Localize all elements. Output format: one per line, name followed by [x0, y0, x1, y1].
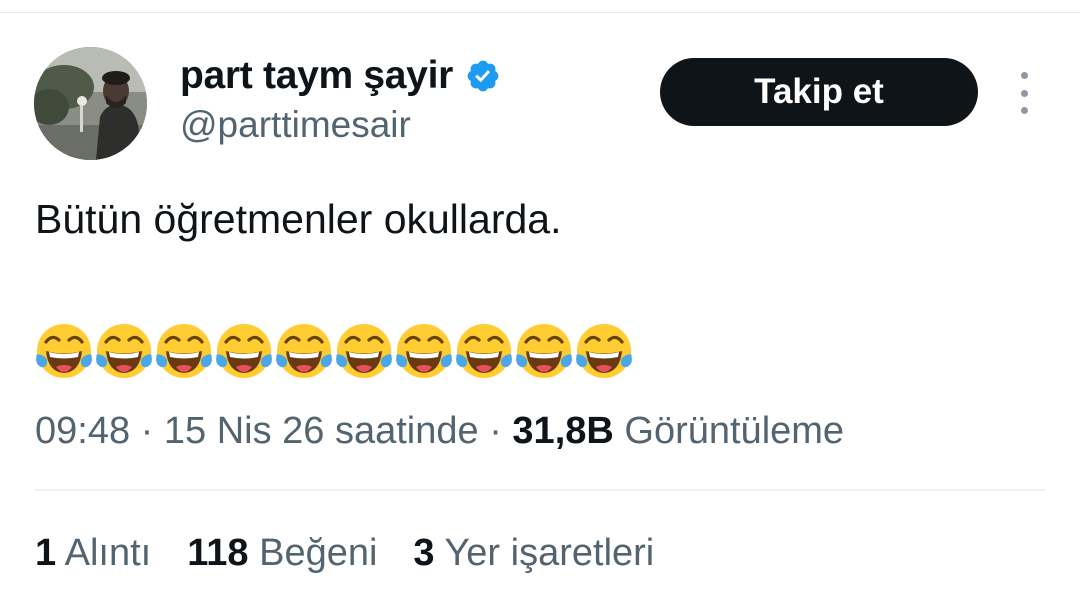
follow-button[interactable]: Takip et — [660, 58, 978, 126]
tears-of-joy-emoji-icon — [276, 324, 332, 378]
views-label: Görüntüleme — [624, 410, 845, 452]
top-divider — [0, 12, 1080, 13]
more-dot — [1020, 89, 1028, 97]
tweet-meta: 09:48 · 15 Nis 26 saatinde · 31,8B Görün… — [35, 408, 844, 454]
tears-of-joy-emoji-icon — [576, 324, 632, 378]
verified-badge-icon — [465, 58, 501, 94]
tears-of-joy-emoji-icon — [36, 324, 92, 378]
likes-label: Beğeni — [259, 532, 378, 574]
bookmarks-stat[interactable]: 3 Yer işaretleri — [413, 530, 654, 576]
tears-of-joy-emoji-icon — [396, 324, 452, 378]
tears-of-joy-emoji-icon — [336, 324, 392, 378]
more-vertical-icon[interactable] — [1010, 72, 1038, 114]
user-handle[interactable]: @parttimesair — [180, 104, 411, 146]
likes-stat[interactable]: 118 Beğeni — [187, 530, 377, 576]
more-dot — [1020, 72, 1028, 79]
bookmarks-label: Yer işaretleri — [444, 532, 655, 574]
display-name[interactable]: part taym şayir — [180, 54, 453, 98]
tears-of-joy-emoji-icon — [456, 324, 512, 378]
quotes-count: 1 — [35, 532, 57, 574]
tears-of-joy-emoji-icon — [96, 324, 152, 378]
tears-of-joy-emoji-icon — [156, 324, 212, 378]
meta-separator: · — [489, 410, 502, 452]
quotes-stat[interactable]: 1 Alıntı — [35, 530, 151, 576]
tweet-text: Bütün öğretmenler okullarda. — [35, 196, 562, 242]
user-name-row[interactable]: part taym şayir — [180, 52, 501, 100]
tears-of-joy-emoji-icon — [216, 324, 272, 378]
quotes-label: Alıntı — [64, 532, 152, 574]
more-dot — [1020, 107, 1028, 114]
avatar[interactable] — [34, 47, 147, 160]
tweet-emoji-row — [34, 320, 634, 384]
bookmarks-count: 3 — [413, 532, 435, 574]
views-count: 31,8B — [512, 410, 614, 452]
likes-count: 118 — [187, 532, 249, 574]
divider — [34, 489, 1046, 491]
tweet-stats: 1 Alıntı 118 Beğeni 3 Yer işaretleri — [35, 530, 690, 576]
tweet-date[interactable]: 15 Nis 26 saatinde — [164, 410, 479, 452]
meta-separator: · — [140, 410, 154, 452]
tears-of-joy-emoji-icon — [516, 324, 572, 378]
tweet-time[interactable]: 09:48 — [35, 410, 130, 452]
